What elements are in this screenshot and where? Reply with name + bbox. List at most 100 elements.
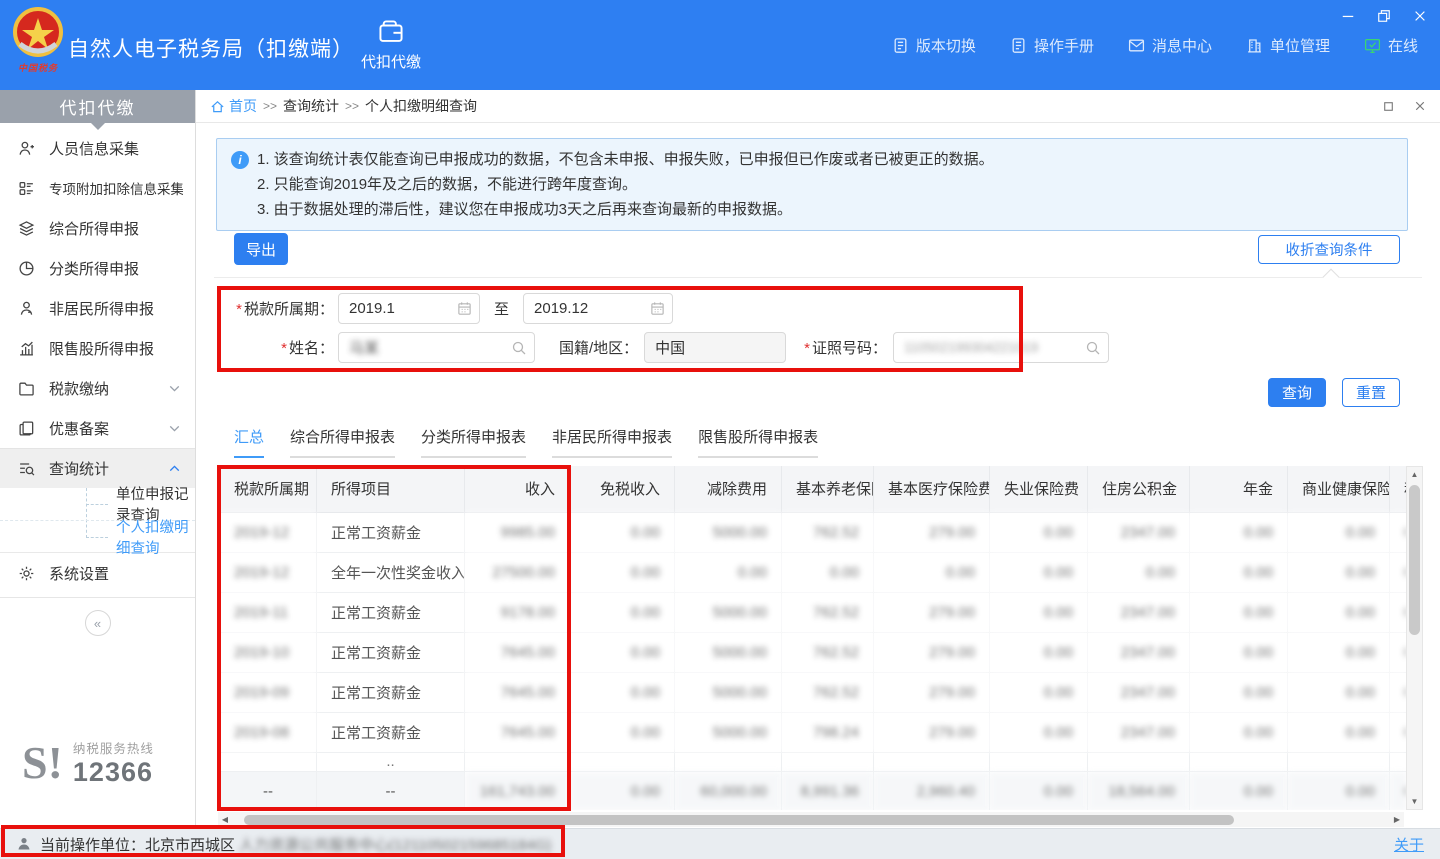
- cell-value-8: 0.00: [1288, 592, 1390, 632]
- result-tabs: 汇总综合所得申报表分类所得申报表非居民所得申报表限售股所得申报表: [234, 426, 818, 458]
- cell-value-8: 0.00: [1288, 712, 1390, 752]
- cell-value-7: 0.00: [1190, 592, 1288, 632]
- cell-value-5: 0.00: [990, 672, 1088, 712]
- cell-value-6: 18,564.00: [1088, 771, 1190, 810]
- search-icon[interactable]: [511, 340, 527, 356]
- cell-value-2: 5000.00: [675, 592, 782, 632]
- cell-value: [1190, 752, 1288, 771]
- name-input[interactable]: 马某: [338, 332, 535, 363]
- tab-1[interactable]: 综合所得申报表: [290, 426, 395, 458]
- notice-line-3: 3. 由于数据处理的滞后性，建议您在申报成功3天之后再来查询最新的申报数据。: [257, 197, 1393, 222]
- close-icon[interactable]: [1410, 6, 1430, 26]
- tab-2[interactable]: 分类所得申报表: [421, 426, 526, 458]
- scroll-right-icon[interactable]: ▶: [1390, 812, 1404, 827]
- filter-actions: 查询 重置: [1268, 378, 1400, 407]
- close-icon[interactable]: [1412, 98, 1428, 114]
- breadcrumb-separator: >>: [345, 99, 359, 113]
- main-panel: 首页 >> 查询统计 >> 个人扣缴明细查询 i 1. 该查询统计表仅能查询已申…: [196, 90, 1440, 828]
- sidebar-item-1[interactable]: 专项附加扣除信息采集: [0, 168, 195, 208]
- filter-row-period: *税款所属期： 2019.1 至 2019.12: [218, 293, 673, 324]
- scroll-up-icon[interactable]: ▲: [1407, 467, 1422, 482]
- tab-0[interactable]: 汇总: [234, 426, 264, 458]
- horizontal-scrollbar[interactable]: ◀ ▶: [218, 812, 1404, 827]
- cell-value-9: 0.00: [1390, 512, 1407, 552]
- sidebar-item-7[interactable]: 优惠备案: [0, 408, 195, 448]
- cell-value: [1088, 752, 1190, 771]
- cell-value-0: 161,743.00: [465, 771, 570, 810]
- cell-value-9: 0.00: [1390, 592, 1407, 632]
- cell-value-7: 0.00: [1190, 512, 1288, 552]
- maximize-icon[interactable]: [1380, 98, 1396, 114]
- sidebar-item-9[interactable]: 系统设置: [0, 553, 195, 593]
- cell-value-8: 0.00: [1288, 672, 1390, 712]
- cell-income-item: 正常工资薪金: [317, 632, 465, 672]
- breadcrumb-item[interactable]: 查询统计: [283, 96, 339, 116]
- cell-value-0: 7645.00: [465, 672, 570, 712]
- about-link[interactable]: 关于: [1394, 834, 1424, 855]
- sidebar-item-0[interactable]: 人员信息采集: [0, 128, 195, 168]
- sidebar-item-label: 税款缴纳: [49, 378, 152, 399]
- cell-value-1: 0.00: [570, 771, 675, 810]
- cell-period: 2019-11: [220, 592, 317, 632]
- sidebar-item-5[interactable]: 限售股所得申报: [0, 328, 195, 368]
- id-number-input[interactable]: 110502199304221019: [893, 332, 1109, 363]
- cell-value-9: 0.00: [1390, 552, 1407, 592]
- top-menu-item-3[interactable]: 单位管理: [1246, 35, 1330, 56]
- scroll-left-icon[interactable]: ◀: [218, 812, 232, 827]
- calendar-icon[interactable]: [650, 301, 665, 316]
- vertical-scrollbar[interactable]: ▲ ▼: [1406, 466, 1423, 810]
- top-menu-item-1[interactable]: 操作手册: [1010, 35, 1094, 56]
- minimize-icon[interactable]: [1338, 6, 1358, 26]
- cell-income-item: 正常工资薪金: [317, 512, 465, 552]
- cell-value-2: 60,000.00: [675, 771, 782, 810]
- collapse-sidebar-button[interactable]: «: [85, 610, 111, 636]
- status-bar: 当前操作单位：北京市西城区人力资源公共服务中心(1211050215968518…: [0, 828, 1440, 859]
- sidebar-item-2[interactable]: 综合所得申报: [0, 208, 195, 248]
- breadcrumb-home[interactable]: 首页: [210, 96, 257, 116]
- column-header-11: 税: [1390, 466, 1407, 512]
- sidebar-title: 代扣代缴: [0, 90, 195, 123]
- cell-value-1: 0.00: [570, 632, 675, 672]
- cell-period: [220, 752, 317, 771]
- tab-4[interactable]: 限售股所得申报表: [698, 426, 818, 458]
- top-tab-withholding[interactable]: 代扣代缴: [348, 0, 434, 90]
- cell-value-1: 0.00: [570, 552, 675, 592]
- reset-button[interactable]: 重置: [1342, 378, 1400, 407]
- period-to-label: 至: [494, 298, 509, 319]
- sidebar-item-6[interactable]: 税款缴纳: [0, 368, 195, 408]
- column-header-5: 基本养老保险费: [782, 466, 874, 512]
- restore-icon[interactable]: [1374, 6, 1394, 26]
- top-menu-item-4[interactable]: 在线: [1364, 35, 1418, 56]
- hotline-logo: S!: [22, 740, 63, 786]
- scroll-down-icon[interactable]: ▼: [1407, 794, 1422, 809]
- sidebar-item-8[interactable]: 查询统计: [0, 448, 195, 488]
- export-button[interactable]: 导出: [234, 233, 288, 265]
- search-icon[interactable]: [1085, 340, 1101, 356]
- cell-value-4: 279.00: [874, 712, 990, 752]
- tab-3[interactable]: 非居民所得申报表: [552, 426, 672, 458]
- horizontal-scroll-thumb[interactable]: [244, 815, 1234, 825]
- top-menu-item-2[interactable]: 消息中心: [1128, 35, 1212, 56]
- table-row: ----161,743.000.0060,000.008,991.362,960…: [220, 771, 1407, 810]
- document-icon: [892, 37, 909, 54]
- cell-value-3: 762.52: [782, 632, 874, 672]
- cell-value: [675, 752, 782, 771]
- table-row: 2019-10正常工资薪金7645.000.005000.00762.52279…: [220, 632, 1407, 672]
- cell-income-item: 正常工资薪金: [317, 592, 465, 632]
- cell-value-5: 0.00: [990, 712, 1088, 752]
- table-row: 2019-08正常工资薪金7645.000.005000.00798.24279…: [220, 712, 1407, 752]
- collapse-filter-button[interactable]: 收折查询条件: [1258, 235, 1400, 264]
- top-menu-item-0[interactable]: 版本切换: [892, 35, 976, 56]
- query-button[interactable]: 查询: [1268, 378, 1326, 407]
- sidebar-item-4[interactable]: 非居民所得申报: [0, 288, 195, 328]
- period-from-input[interactable]: 2019.1: [338, 293, 480, 324]
- calendar-icon[interactable]: [457, 301, 472, 316]
- cell-value-3: 8,991.36: [782, 771, 874, 810]
- sidebar-item-3[interactable]: 分类所得申报: [0, 248, 195, 288]
- sidebar-subitem-8-1[interactable]: 个人扣缴明细查询: [0, 520, 195, 552]
- sidebar-item-label: 综合所得申报: [49, 218, 183, 239]
- vertical-scroll-thumb[interactable]: [1409, 485, 1420, 635]
- period-to-input[interactable]: 2019.12: [523, 293, 673, 324]
- cell-value-7: 0.00: [1190, 712, 1288, 752]
- cell-value-1: 0.00: [570, 712, 675, 752]
